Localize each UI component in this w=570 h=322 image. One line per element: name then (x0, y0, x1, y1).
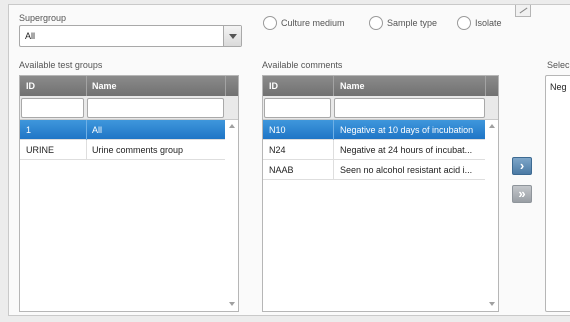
cell-id: 1 (26, 125, 32, 135)
selected-label: Selec (547, 60, 570, 70)
cell-separator (86, 140, 87, 160)
header-separator (86, 76, 87, 96)
filter-row (263, 96, 498, 120)
grid-header: ID Name (20, 76, 238, 96)
radio-sample-type[interactable]: Sample type (369, 15, 437, 31)
radio-isolate[interactable]: Isolate (457, 15, 502, 31)
filter-row (20, 96, 238, 120)
radio-label: Isolate (475, 18, 502, 28)
radio-culture-medium[interactable]: Culture medium (263, 15, 345, 31)
cell-name: Negative at 10 days of incubation (340, 125, 474, 135)
selected-text: Neg (550, 82, 567, 92)
table-row[interactable]: 1 All (20, 120, 225, 140)
comments-grid: ID Name N10 Negative at 10 days of incub… (262, 75, 499, 312)
header-id[interactable]: ID (26, 81, 35, 91)
cell-separator (333, 140, 334, 160)
radio-circle-icon[interactable] (457, 16, 471, 30)
radio-label: Sample type (387, 18, 438, 28)
cell-separator (333, 120, 334, 140)
cell-separator (333, 160, 334, 180)
cell-id: N10 (269, 125, 286, 135)
cell-id: URINE (26, 145, 55, 155)
cell-separator (86, 120, 87, 140)
header-name[interactable]: Name (340, 81, 365, 91)
test-groups-label: Available test groups (19, 60, 103, 70)
supergroup-value: All (25, 31, 36, 41)
filter-name-input[interactable] (334, 98, 485, 118)
table-row[interactable]: URINE Urine comments group (20, 140, 225, 160)
main-panel: Supergroup All Culture medium Sample typ… (8, 4, 570, 316)
cell-name: All (92, 125, 103, 135)
header-id[interactable]: ID (269, 81, 278, 91)
radio-label: Culture medium (281, 18, 345, 28)
table-row[interactable]: N10 Negative at 10 days of incubation (263, 120, 485, 140)
radio-circle-icon[interactable] (263, 16, 277, 30)
selected-comments-box[interactable]: Neg (545, 75, 570, 312)
scroll-down-icon[interactable] (229, 302, 235, 306)
header-separator (485, 76, 486, 96)
filter-name-input[interactable] (87, 98, 224, 118)
grid-header: ID Name (263, 76, 498, 96)
cell-name: Urine comments group (92, 145, 184, 155)
cell-id: N24 (269, 145, 286, 155)
filter-id-input[interactable] (264, 98, 331, 118)
supergroup-label: Supergroup (19, 13, 67, 23)
table-row[interactable]: N24 Negative at 24 hours of incubat... (263, 140, 485, 160)
edit-icon[interactable] (515, 5, 531, 17)
header-separator (333, 76, 334, 96)
cell-id: NAAB (269, 165, 294, 175)
header-name[interactable]: Name (92, 81, 117, 91)
scroll-up-icon[interactable] (489, 124, 495, 128)
add-selected-button[interactable]: › (512, 157, 532, 175)
cell-name: Negative at 24 hours of incubat... (340, 145, 473, 155)
table-row[interactable]: NAAB Seen no alcohol resistant acid i... (263, 160, 485, 180)
filter-id-input[interactable] (21, 98, 84, 118)
header-separator (225, 76, 226, 96)
cell-name: Seen no alcohol resistant acid i... (340, 165, 473, 175)
radio-circle-icon[interactable] (369, 16, 383, 30)
chevron-down-icon[interactable] (223, 26, 241, 46)
comments-label: Available comments (262, 60, 343, 70)
test-groups-grid: ID Name 1 All URINE Urine comments group (19, 75, 239, 312)
scroll-up-icon[interactable] (229, 124, 235, 128)
add-all-button[interactable]: » (512, 185, 532, 203)
supergroup-select[interactable]: All (19, 25, 242, 47)
scroll-down-icon[interactable] (489, 302, 495, 306)
